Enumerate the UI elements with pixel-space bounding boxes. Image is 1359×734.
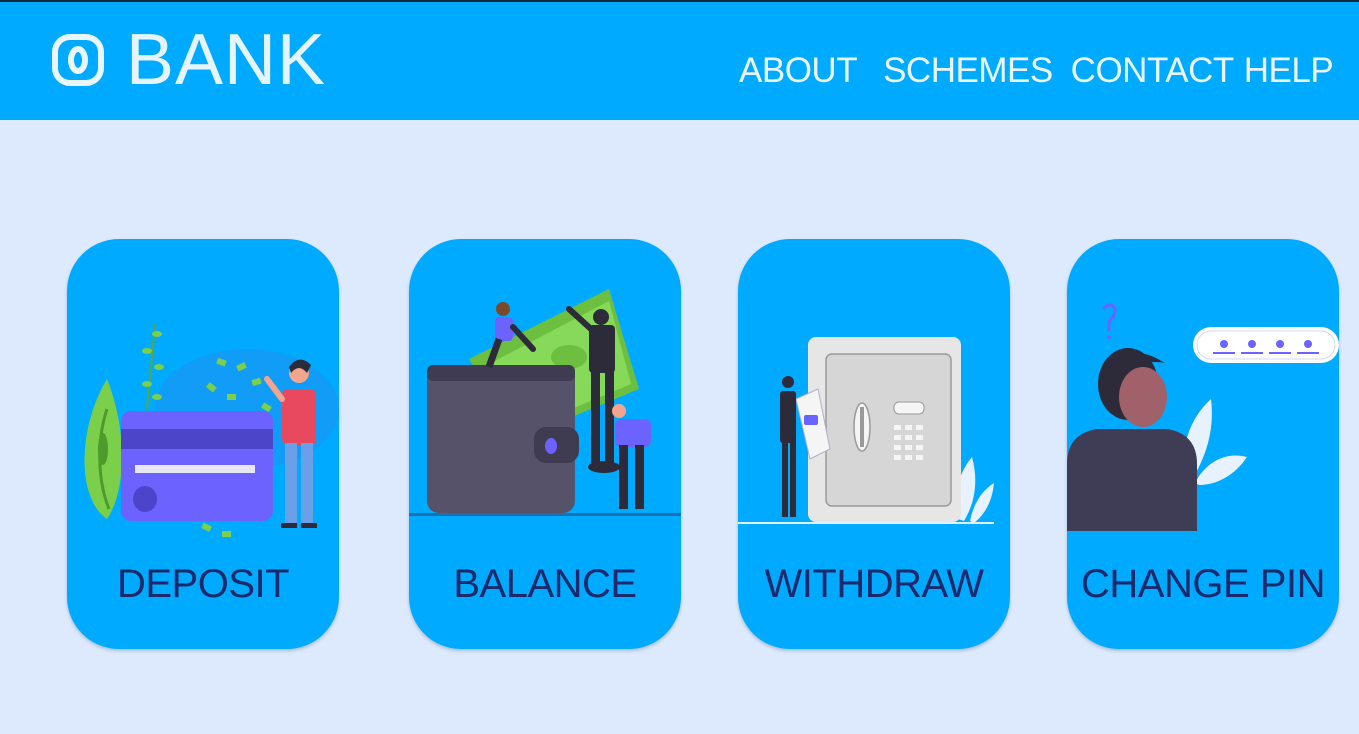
balance-label: BALANCE [453,562,637,606]
deposit-card[interactable]: DEPOSIT [67,239,339,649]
pin-code-illustration [1067,303,1339,531]
main-nav: ABOUT SCHEMES CONTACT HELP [739,48,1334,92]
bank-o-icon [52,34,104,86]
change-pin-label: CHANGE PIN [1081,562,1325,606]
withdraw-label: WITHDRAW [764,562,984,606]
balance-card[interactable]: BALANCE [409,239,681,649]
nav-help-link[interactable]: HELP [1244,53,1334,88]
brand-name: BANK [126,20,327,100]
top-navbar: BANK ABOUT SCHEMES CONTACT HELP [0,2,1359,120]
deposit-label: DEPOSIT [116,562,290,606]
nav-about-link[interactable]: ABOUT [739,53,858,88]
credit-card-deposit-illustration [84,323,339,537]
change-pin-card[interactable]: CHANGE PIN [1067,239,1339,649]
nav-schemes-link[interactable]: SCHEMES [883,53,1053,88]
brand-logo[interactable]: BANK [52,20,326,100]
nav-contact-link[interactable]: CONTACT [1071,53,1235,88]
wallet-balance-illustration [409,289,681,516]
safe-withdraw-illustration [738,337,994,524]
withdraw-card[interactable]: WITHDRAW [738,239,1010,649]
